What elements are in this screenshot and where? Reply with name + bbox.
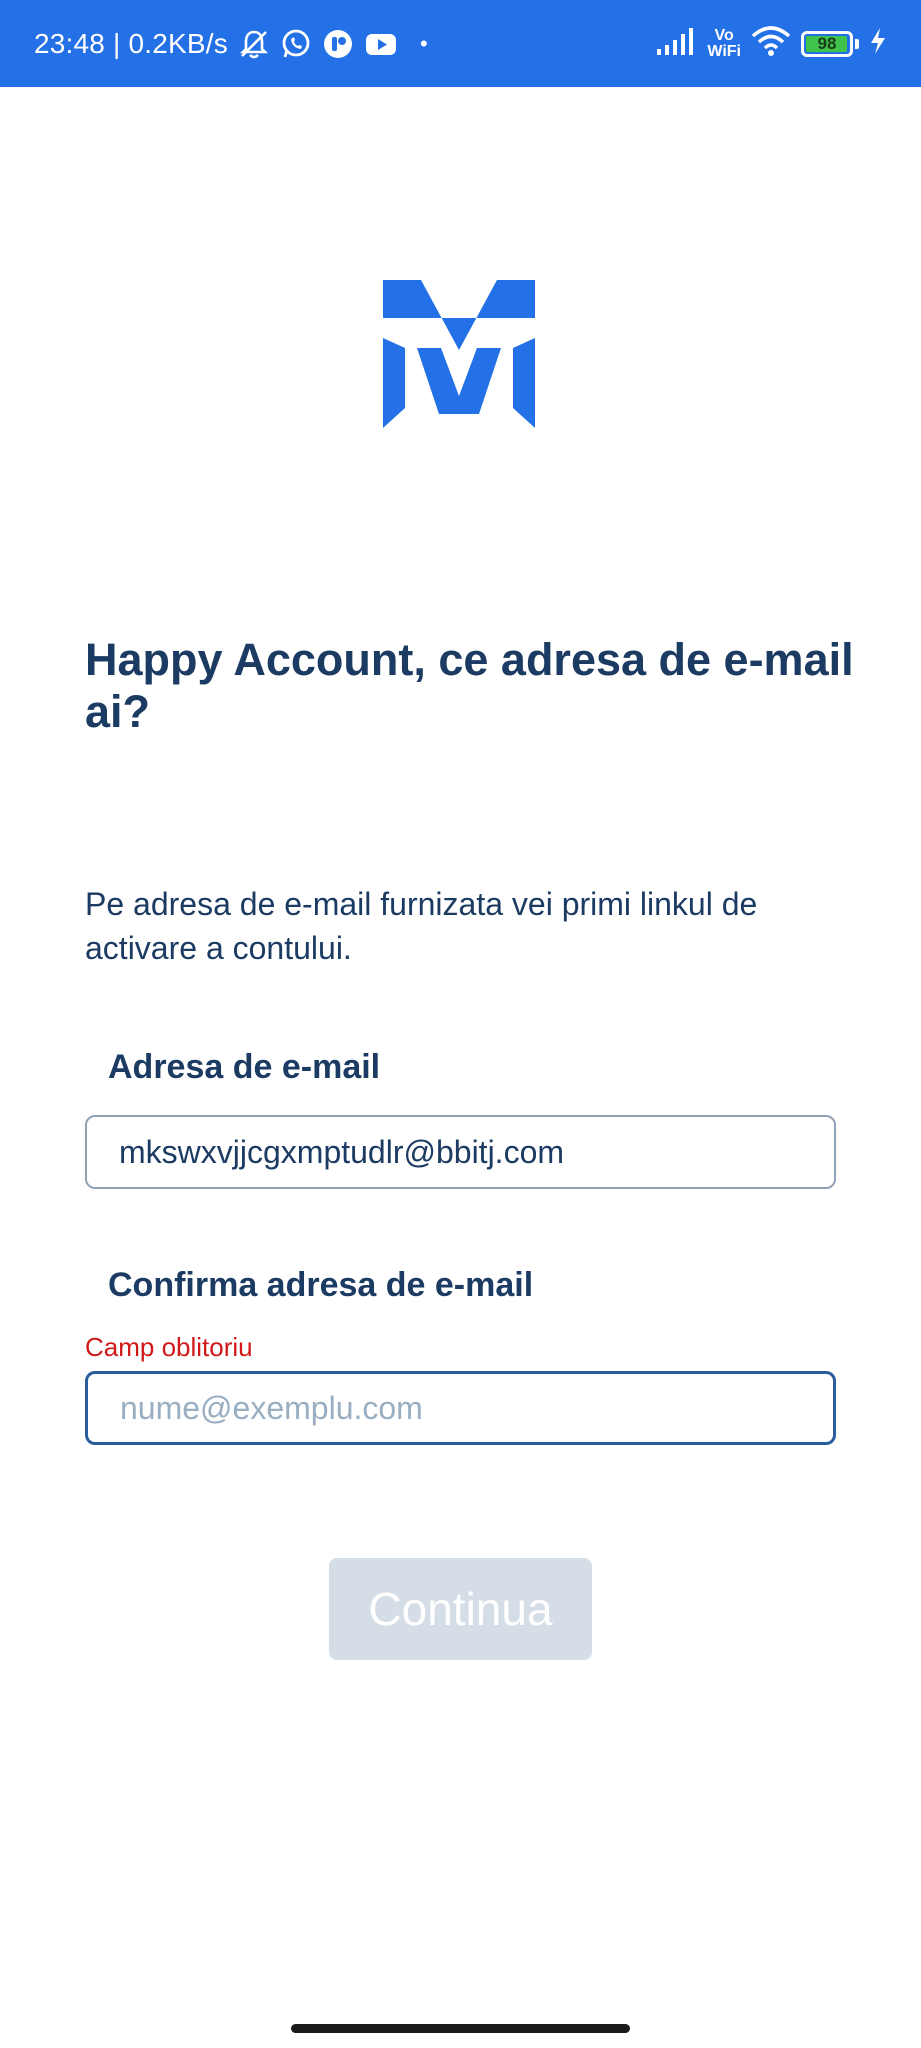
continue-button[interactable]: Continua (329, 1558, 592, 1660)
signal-icon (657, 27, 697, 60)
volte-top-text: Vo (714, 26, 734, 44)
battery-icon: 98 (801, 30, 853, 57)
charging-icon (869, 27, 887, 60)
wifi-icon (751, 26, 791, 61)
battery-tip (855, 38, 859, 49)
status-bar-left: 23:48 | 0.2KB/s • (34, 28, 428, 60)
email-field[interactable] (85, 1115, 836, 1189)
confirm-email-field[interactable] (85, 1371, 836, 1445)
youtube-icon (364, 28, 396, 60)
home-indicator[interactable] (291, 2024, 630, 2033)
status-time-speed: 23:48 | 0.2KB/s (34, 27, 228, 59)
email-field-label: Adresa de e-mail (108, 1048, 381, 1086)
bell-off-icon (238, 28, 270, 60)
whatsapp-icon (280, 28, 312, 60)
page-title: Happy Account, ce adresa de e-mail ai? (85, 634, 854, 737)
required-field-error: Camp oblitoriu (85, 1332, 253, 1362)
m-logo-icon (383, 278, 535, 428)
activation-description: Pe adresa de e-mail furnizata vei primi … (85, 886, 758, 966)
volte-bottom-text: WiFi (707, 42, 741, 60)
confirm-email-field-label: Confirma adresa de e-mail (108, 1266, 534, 1304)
registration-screen: 23:48 | 0.2KB/s • Vo WiFi 98 Happy Accou… (0, 0, 921, 2048)
app-icon (322, 28, 354, 60)
status-bar: 23:48 | 0.2KB/s • Vo WiFi 98 (0, 0, 921, 87)
volte-icon: Vo WiFi (707, 26, 741, 60)
dot-icon: • (419, 30, 428, 56)
battery-level-text: 98 (817, 33, 837, 53)
status-bar-right: Vo WiFi 98 (657, 26, 887, 61)
